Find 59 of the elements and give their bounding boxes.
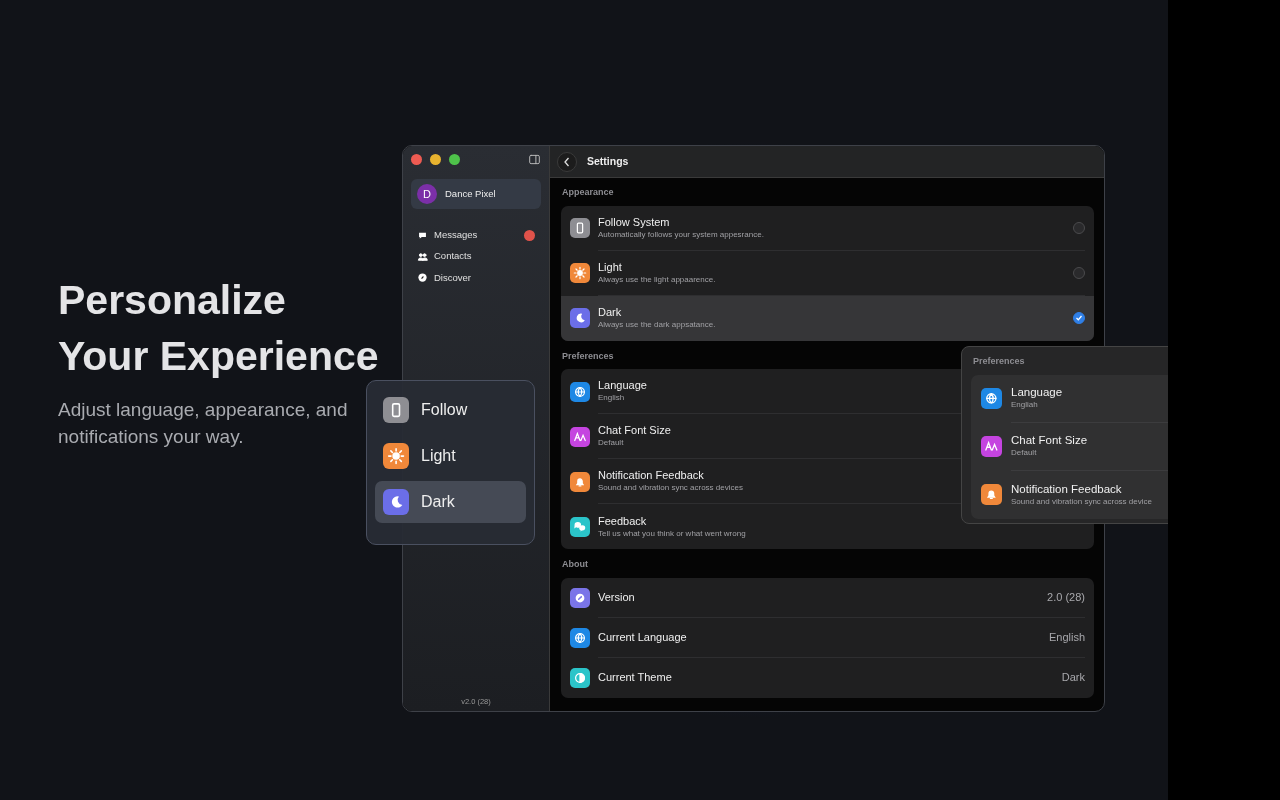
setting-value: 2.0 (28) bbox=[1047, 589, 1085, 605]
theme-option[interactable]: Dark bbox=[375, 481, 526, 523]
setting-title: Language bbox=[598, 379, 647, 392]
back-button[interactable] bbox=[557, 151, 577, 172]
setting-description: Default bbox=[1011, 447, 1037, 458]
setting-description: Default bbox=[598, 437, 624, 448]
setting-title: Chat Font Size bbox=[598, 424, 671, 437]
settings-row[interactable]: Chat Font Size Default bbox=[971, 422, 1168, 471]
setting-title: Version bbox=[598, 590, 635, 604]
settings-row[interactable]: Language Engliah bbox=[971, 374, 1168, 423]
option-row[interactable]: Follow System Automatically follows your system appesrance. bbox=[561, 205, 1094, 251]
setting-description: Tell us what you think or what went wrong bbox=[598, 527, 746, 539]
radio-button[interactable] bbox=[1073, 312, 1085, 324]
sidebar-item[interactable]: Messages bbox=[411, 225, 541, 246]
setting-description: Always use the dark appsatance. bbox=[598, 319, 716, 330]
option-row[interactable]: Dark Always use the dark appsatance. bbox=[561, 295, 1094, 341]
setting-title: Follow System bbox=[598, 215, 670, 229]
setting-title: Dark bbox=[598, 306, 622, 319]
setting-value: Dark bbox=[1061, 670, 1085, 686]
profile-name: Dance Pixel bbox=[445, 186, 496, 201]
setting-title: Current Theme bbox=[598, 671, 672, 684]
subtitle: Adjust language, appearance, and notifications your way. bbox=[58, 398, 349, 449]
headline: Personalize Your Experience bbox=[58, 276, 380, 381]
setting-description: English bbox=[598, 392, 625, 403]
option-row[interactable]: Light Always use the light appaarence. bbox=[561, 250, 1094, 296]
theme-option[interactable]: Light bbox=[375, 435, 526, 477]
setting-description: Sound and vibration sync across devices bbox=[598, 482, 743, 493]
window-title: Settings bbox=[587, 153, 629, 169]
setting-description: Sound and vibration sync across device bbox=[1011, 495, 1152, 507]
close-button[interactable] bbox=[411, 154, 422, 165]
radio-button[interactable] bbox=[1073, 221, 1085, 234]
profile-item[interactable]: D Dance Pixel bbox=[411, 179, 541, 209]
setting-title: Light bbox=[598, 260, 622, 274]
avatar: D bbox=[417, 184, 437, 204]
compass-icon bbox=[417, 272, 428, 284]
radio-button[interactable] bbox=[1073, 266, 1085, 279]
setting-description: Engliah bbox=[1011, 399, 1038, 410]
setting-value: English bbox=[1048, 629, 1085, 645]
setting-title: Notification Feedback bbox=[598, 469, 704, 482]
sidebar-item[interactable]: Discover bbox=[411, 267, 541, 288]
setting-title: Chat Font Size bbox=[1011, 434, 1088, 447]
sidebar-item[interactable]: Contacts bbox=[411, 246, 541, 267]
setting-title: Current Language bbox=[598, 630, 687, 644]
back-chevron-icon bbox=[563, 156, 571, 167]
people-icon bbox=[417, 250, 428, 262]
sidebar-toggle-icon bbox=[528, 154, 541, 165]
setting-title: Notification Feedback bbox=[1011, 482, 1122, 496]
minimize-button[interactable] bbox=[430, 154, 441, 165]
setting-description: Always use the light appaarence. bbox=[598, 273, 716, 285]
checkmark-icon bbox=[1075, 314, 1083, 322]
section-label: About bbox=[562, 558, 588, 571]
section-label: Preferences bbox=[973, 355, 1025, 368]
theme-option[interactable]: Follow bbox=[375, 389, 526, 431]
section-label: Preferences bbox=[562, 349, 614, 363]
setting-description: Automatically follows your system appesrance. bbox=[598, 228, 764, 240]
setting-title: Language bbox=[1011, 386, 1063, 399]
section-label: Appearance bbox=[562, 186, 614, 199]
zoom-button[interactable] bbox=[449, 154, 460, 165]
setting-title: Feedback bbox=[598, 514, 647, 528]
